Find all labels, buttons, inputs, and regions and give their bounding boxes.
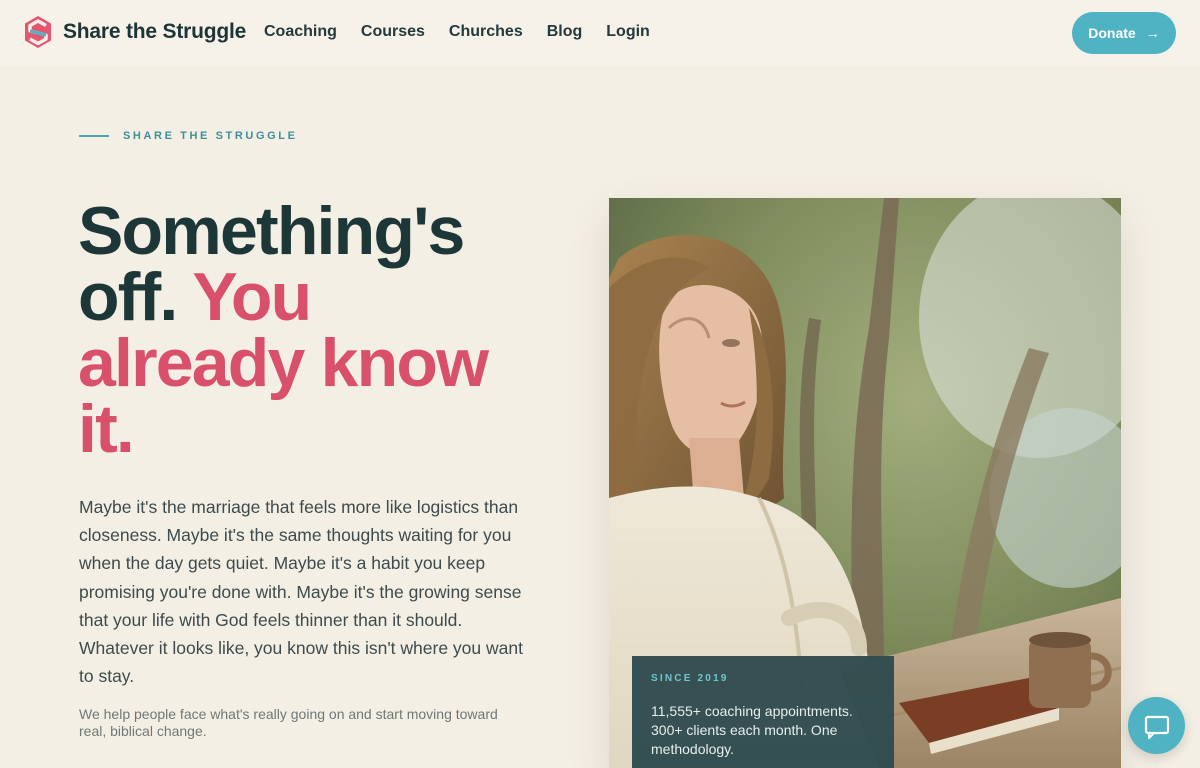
eyebrow-label: SHARE THE STRUGGLE	[123, 130, 298, 142]
nav-coaching[interactable]: Coaching	[264, 23, 337, 41]
stats-card: SINCE 2019 11,555+ coaching appointments…	[632, 656, 894, 768]
primary-nav: Coaching Courses Churches Blog Login	[264, 23, 674, 41]
hero-eyebrow: SHARE THE STRUGGLE	[79, 130, 298, 142]
nav-login[interactable]: Login	[606, 23, 650, 41]
hero-subtext: We help people face what's really going …	[79, 706, 498, 739]
hero-headline: Something's off. You already know it.	[78, 197, 548, 463]
chat-button[interactable]	[1128, 697, 1185, 754]
nav-churches[interactable]: Churches	[449, 23, 523, 41]
chat-bubble-icon	[1144, 715, 1169, 739]
hero-body: Maybe it's the marriage that feels more …	[79, 497, 523, 687]
top-nav: Share the Struggle Coaching Courses Chur…	[0, 0, 1200, 66]
brand-name: Share the Struggle	[63, 20, 247, 43]
eyebrow-divider	[79, 135, 109, 137]
stats-eyebrow: SINCE 2019	[651, 673, 729, 684]
nav-courses[interactable]: Courses	[361, 23, 425, 41]
logo-icon	[25, 16, 51, 48]
donate-label: Donate	[1088, 25, 1136, 41]
brand-link[interactable]: Share the Struggle	[24, 15, 246, 49]
arrow-right-icon: →	[1145, 25, 1160, 41]
stats-text: 11,555+ coaching appointments. 300+ clie…	[651, 703, 853, 757]
nav-blog[interactable]: Blog	[547, 23, 583, 41]
donate-button[interactable]: Donate →	[1072, 12, 1176, 54]
